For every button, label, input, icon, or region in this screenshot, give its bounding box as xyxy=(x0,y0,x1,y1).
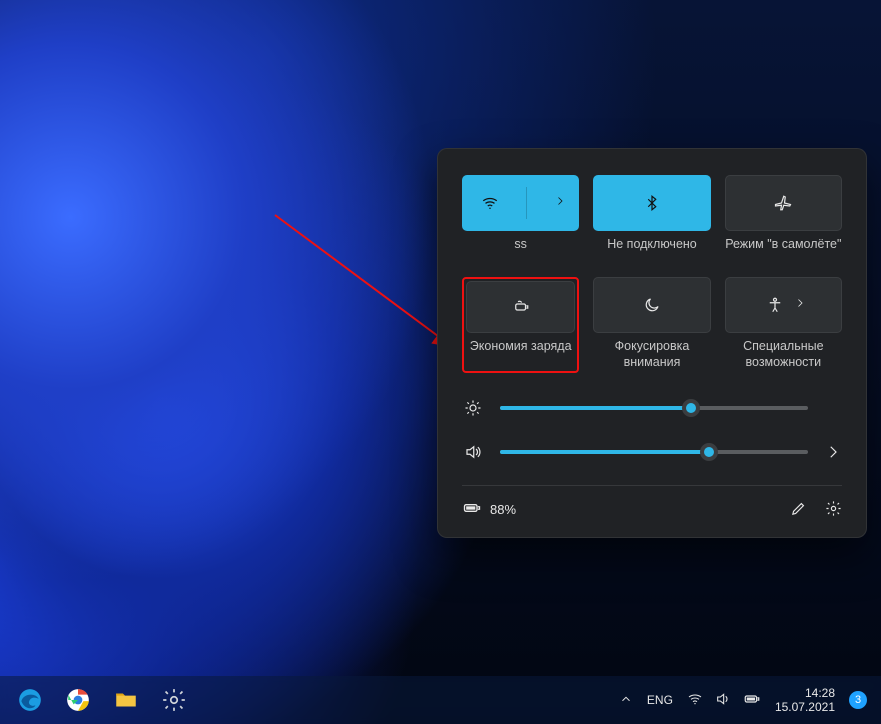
panel-footer: 88% xyxy=(462,485,842,521)
airplane-tile[interactable] xyxy=(725,175,842,231)
taskbar-date: 15.07.2021 xyxy=(775,700,835,714)
battery-percent: 88% xyxy=(490,502,516,517)
volume-expand-chevron[interactable] xyxy=(824,443,842,461)
battery-saver-highlight: Экономия заряда xyxy=(462,277,579,373)
quick-settings-grid: ss Не подключено Режим "в самолёте" xyxy=(462,175,842,373)
volume-slider[interactable] xyxy=(500,450,808,454)
taskbar-time: 14:28 xyxy=(805,686,835,700)
quick-settings-panel: ss Не подключено Режим "в самолёте" xyxy=(437,148,867,538)
battery-icon xyxy=(462,498,482,521)
settings-button[interactable] xyxy=(825,500,842,520)
accessibility-tile[interactable] xyxy=(725,277,842,333)
battery-saver-tile[interactable] xyxy=(466,281,575,333)
volume-icon xyxy=(462,443,484,461)
chrome-app-icon[interactable] xyxy=(54,676,102,724)
tray-volume-icon[interactable] xyxy=(715,691,731,710)
focus-assist-tile[interactable] xyxy=(593,277,710,333)
bluetooth-label: Не подключено xyxy=(593,231,710,267)
moon-icon xyxy=(643,296,661,314)
volume-slider-row xyxy=(462,443,842,461)
volume-fill xyxy=(500,450,709,454)
wifi-tile[interactable] xyxy=(462,175,579,231)
bluetooth-icon xyxy=(643,194,661,212)
notification-badge[interactable]: 3 xyxy=(849,691,867,709)
chevron-right-icon[interactable] xyxy=(794,296,806,314)
volume-thumb[interactable] xyxy=(700,443,718,461)
brightness-icon xyxy=(462,399,484,417)
accessibility-label: Специальные возможности xyxy=(725,333,842,370)
battery-saver-label: Экономия заряда xyxy=(466,333,575,369)
language-indicator[interactable]: ENG xyxy=(647,693,673,707)
battery-saver-icon xyxy=(512,298,530,316)
edge-app-icon[interactable] xyxy=(6,676,54,724)
explorer-app-icon[interactable] xyxy=(102,676,150,724)
wifi-icon xyxy=(481,194,499,212)
accessibility-icon xyxy=(766,296,784,314)
edit-button[interactable] xyxy=(790,500,807,520)
tray-wifi-icon[interactable] xyxy=(687,691,703,710)
wifi-label: ss xyxy=(462,231,579,267)
tray-overflow-chevron[interactable] xyxy=(619,692,633,709)
brightness-fill xyxy=(500,406,691,410)
taskbar-left xyxy=(6,676,198,724)
focus-assist-label: Фокусировка внимания xyxy=(593,333,710,370)
battery-status[interactable]: 88% xyxy=(462,498,516,521)
chevron-right-icon[interactable] xyxy=(554,194,566,212)
airplane-icon xyxy=(774,194,792,212)
settings-app-icon[interactable] xyxy=(150,676,198,724)
brightness-thumb[interactable] xyxy=(682,399,700,417)
brightness-slider[interactable] xyxy=(500,406,808,410)
brightness-slider-row xyxy=(462,399,842,417)
system-tray[interactable] xyxy=(687,690,761,711)
taskbar-clock[interactable]: 14:28 15.07.2021 xyxy=(775,686,835,715)
bluetooth-tile[interactable] xyxy=(593,175,710,231)
tray-battery-icon[interactable] xyxy=(743,690,761,711)
taskbar: ENG 14:28 15.07.2021 3 xyxy=(0,676,881,724)
taskbar-right: ENG 14:28 15.07.2021 3 xyxy=(619,686,867,715)
airplane-label: Режим "в самолёте" xyxy=(725,231,842,267)
